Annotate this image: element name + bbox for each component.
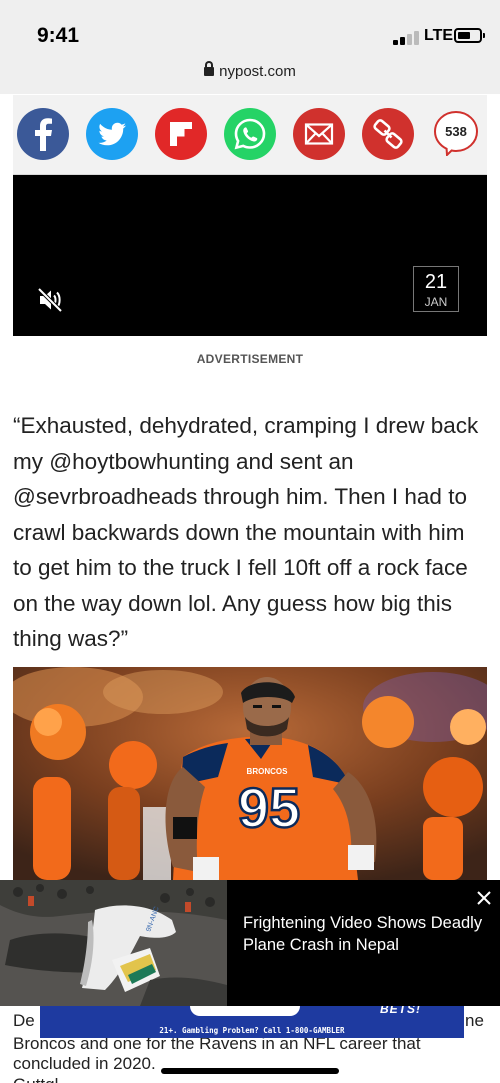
link-icon	[362, 108, 414, 160]
video-player[interactable]: 21 JAN	[13, 175, 487, 336]
lock-icon	[204, 61, 215, 76]
plane-wreck-image: 9N-ANC	[0, 880, 227, 1006]
copy-link-button[interactable]	[361, 107, 415, 161]
twitter-share-button[interactable]	[85, 107, 139, 161]
jersey-number: 95	[238, 776, 300, 839]
whatsapp-share-button[interactable]	[223, 107, 277, 161]
facebook-icon	[17, 108, 69, 160]
banner-logo-shape	[190, 1006, 300, 1016]
facebook-share-button[interactable]	[16, 107, 70, 161]
flipboard-icon	[155, 108, 207, 160]
flipboard-share-button[interactable]	[154, 107, 208, 161]
video-date-badge: 21 JAN	[413, 266, 459, 312]
close-icon[interactable]	[472, 886, 496, 910]
share-bar: 538	[13, 95, 487, 175]
network-type: LTE	[424, 27, 454, 44]
email-share-button[interactable]	[292, 107, 346, 161]
date-month: JAN	[424, 295, 448, 309]
video-ad-thumbnail[interactable]: 9N-ANC	[0, 880, 227, 1006]
video-ad-headline[interactable]: Frightening Video Shows Deadly Plane Cra…	[243, 912, 483, 956]
jersey-wordmark: BRONCOS	[247, 767, 289, 776]
gambling-disclaimer: 21+. Gambling Problem? Call 1-800-GAMBLE…	[159, 1026, 345, 1035]
twitter-icon	[86, 108, 138, 160]
floating-video-ad[interactable]: 9N-ANC Frightening Video Shows Deadly Pl…	[0, 880, 500, 1006]
article-quote: “Exhausted, dehydrated, cramping I drew …	[13, 413, 479, 651]
battery-icon	[454, 28, 485, 43]
status-bar: 9:41 LTE	[0, 0, 500, 62]
whatsapp-icon	[224, 108, 276, 160]
advertisement-label: ADVERTISEMENT	[196, 352, 304, 366]
url-text: nypost.com	[219, 63, 296, 80]
comment-count: 538	[445, 124, 467, 139]
article-photo[interactable]: BRONCOS 95	[13, 667, 487, 880]
date-day: 21	[424, 271, 448, 293]
home-indicator[interactable]	[161, 1068, 339, 1074]
gambling-banner-ad[interactable]: BETS! 21+. Gambling Problem? Call 1-800-…	[40, 1002, 464, 1038]
status-time: 9:41	[37, 24, 80, 47]
article-line: Guttgl	[13, 1074, 487, 1083]
cellular-signal-icon	[393, 29, 419, 45]
speaker-muted-icon[interactable]	[35, 285, 65, 315]
address-bar[interactable]: nypost.com	[0, 61, 500, 94]
envelope-icon	[293, 108, 345, 160]
comments-button[interactable]: 538	[433, 110, 479, 158]
football-player-image: BRONCOS 95	[13, 667, 487, 880]
